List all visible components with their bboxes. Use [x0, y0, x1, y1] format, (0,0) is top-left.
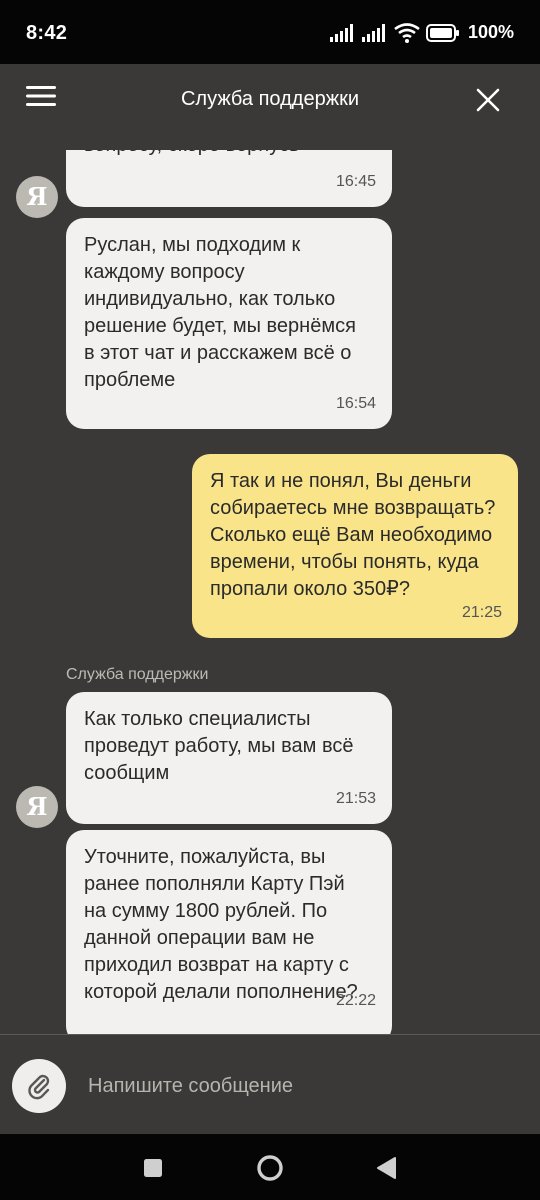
page-title: Служба поддержки [180, 88, 360, 110]
support-avatar: Я [16, 176, 58, 218]
status-icons: 100% [329, 22, 514, 43]
battery-icon [425, 23, 459, 42]
chat-messages[interactable]: вопросу, скоро вернусь 16:45 Я Руслан, м… [0, 150, 540, 1034]
circle-icon [257, 1155, 283, 1181]
nav-recents-button[interactable] [143, 1158, 163, 1183]
close-button[interactable] [476, 88, 504, 116]
message-time: 16:45 [335, 173, 376, 190]
message-time: 16:54 [335, 395, 376, 412]
message-text: Как только специалисты проведут работу, … [84, 708, 354, 784]
square-icon [144, 1159, 162, 1177]
message-text: Я так и не понял, Вы деньги собираетесь … [210, 470, 496, 600]
system-nav-bar [0, 1134, 540, 1200]
close-icon [476, 88, 500, 112]
signal-icon [329, 23, 353, 42]
nav-home-button[interactable] [256, 1154, 284, 1187]
message-bubble-incoming: вопросу, скоро вернусь 16:45 [66, 150, 392, 207]
message-bubble-incoming: Руслан, мы подходим к каждому вопросу ин… [66, 218, 392, 429]
sender-name: Служба поддержки [66, 666, 209, 683]
support-avatar: Я [16, 786, 58, 828]
message-time: 21:25 [461, 604, 502, 621]
battery-percent: 100% [467, 22, 514, 42]
attach-button[interactable] [12, 1059, 66, 1113]
signal-icon [361, 23, 385, 42]
message-bubble-outgoing: Я так и не понял, Вы деньги собираетесь … [192, 454, 518, 638]
message-time: 22:22 [335, 992, 376, 1009]
wifi-icon [394, 22, 420, 43]
triangle-back-icon [377, 1157, 396, 1179]
message-input[interactable] [88, 1069, 508, 1103]
message-text: вопросу, скоро вернусь [84, 150, 300, 159]
message-bubble-incoming: Как только специалисты проведут работу, … [66, 692, 392, 824]
message-text: Руслан, мы подходим к каждому вопросу ин… [84, 234, 356, 391]
nav-back-button[interactable] [375, 1156, 397, 1185]
message-time: 21:53 [335, 790, 376, 807]
message-composer [0, 1034, 540, 1134]
message-text: Уточните, пожалуйста, вы ранее пополняли… [84, 846, 358, 1003]
status-bar: 8:42 100% [0, 0, 540, 64]
status-time: 8:42 [26, 22, 68, 44]
paperclip-icon [28, 1074, 50, 1100]
app-header: Служба поддержки [0, 64, 540, 140]
message-bubble-incoming: Уточните, пожалуйста, вы ранее пополняли… [66, 830, 392, 1034]
